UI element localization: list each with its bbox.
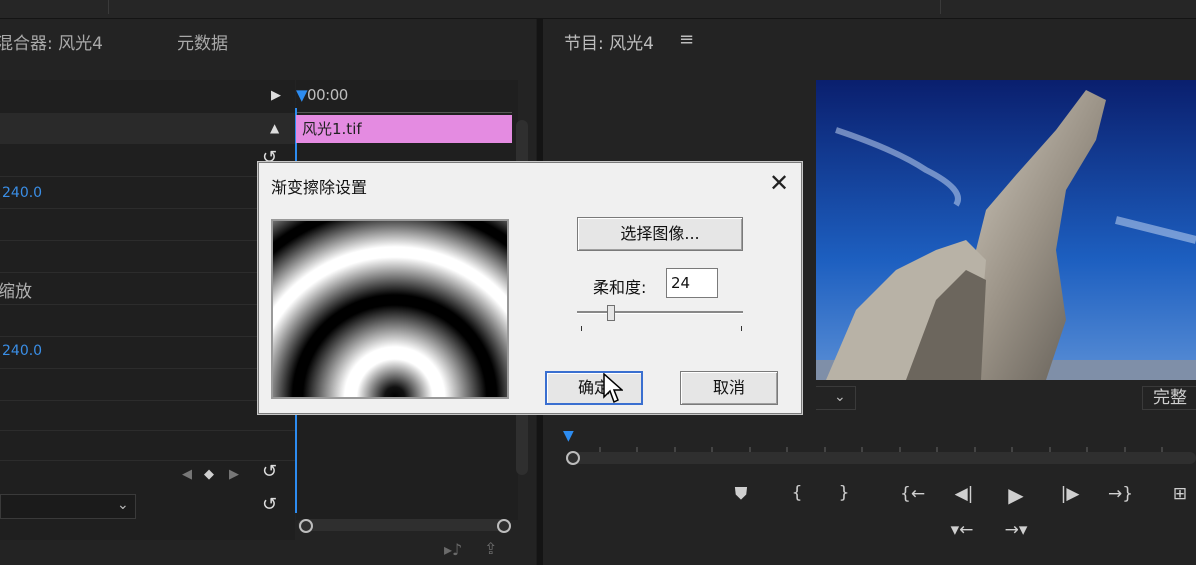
quality-dropdown[interactable]: 完整 [1142,386,1196,410]
chevron-down-icon: ⌄ [117,497,129,513]
blend-dropdown[interactable]: ⌄ [0,494,136,519]
button-editor-icon[interactable]: ⊞ [1168,484,1192,504]
step-forward-icon[interactable]: |▶ [1058,484,1082,504]
scroll-handle-left[interactable] [299,519,313,533]
cursor-icon [603,373,623,404]
next-keyframe-icon[interactable]: ▶ [229,467,239,482]
go-to-out-icon[interactable]: →} [1108,484,1133,504]
close-icon[interactable]: ✕ [765,169,793,197]
scroll-handle[interactable] [566,451,580,465]
effect-properties-area [0,80,295,540]
play-arrow-icon[interactable]: ▶ [271,88,281,103]
softness-slider-thumb[interactable] [607,305,615,321]
playhead[interactable]: ▼ [563,428,574,444]
slider-tick [741,326,742,331]
mark-in-icon[interactable]: { [785,483,809,503]
program-title[interactable]: 节目: 风光4 [564,29,654,54]
share-icon[interactable]: ⇪ [484,539,497,558]
time-ruler [296,106,512,113]
property-value[interactable]: 240.0 [2,185,42,201]
gradient-preview [271,219,509,399]
step-back-icon[interactable]: ◀| [952,484,976,504]
effect-header-row [0,113,295,144]
chevron-down-icon: ⌄ [834,389,846,405]
program-preview [816,80,1196,380]
go-to-in-icon[interactable]: {← [900,484,925,504]
top-strip [0,0,1196,19]
mark-out-icon[interactable]: } [832,483,856,503]
timecode: 00:00 [307,86,348,104]
menu-icon[interactable]: ≡ [679,29,694,50]
property-value[interactable]: 240.0 [2,343,42,359]
reset-icon[interactable]: ↺ [262,461,277,482]
keyframe-icon[interactable]: ◆ [204,467,214,482]
speaker-icon[interactable]: ▸♪ [444,540,462,559]
extract-icon[interactable]: →▾ [1004,520,1028,540]
clip[interactable]: 风光1.tif [296,115,512,143]
softness-input[interactable]: 24 [666,268,718,298]
collapse-icon[interactable]: ▲ [270,121,279,135]
monitor-scrollbar[interactable] [566,452,1196,464]
landscape-image [816,80,1196,380]
play-icon[interactable]: ▶ [1004,483,1028,507]
softness-label: 柔和度: [593,278,647,297]
slider-tick [581,326,582,331]
zoom-dropdown[interactable]: ⌄ [816,386,856,410]
select-image-button[interactable]: 选择图像... [577,217,743,251]
monitor-ruler [575,440,1196,453]
marker-icon[interactable]: ⛊ [729,484,753,504]
strip-divider [108,0,109,14]
horizontal-scrollbar[interactable] [298,519,510,531]
lift-icon[interactable]: ▾← [950,520,974,540]
prev-keyframe-icon[interactable]: ◀ [182,467,192,482]
tab-metadata[interactable]: 元数据 [177,29,228,54]
gradient-wipe-dialog: 渐变擦除设置 ✕ 选择图像... 柔和度: 24 确定 取消 [258,162,802,414]
scroll-handle-right[interactable] [497,519,511,533]
dialog-title: 渐变擦除设置 [271,178,368,197]
strip-divider [940,0,941,14]
ok-button[interactable]: 确定 [545,371,643,405]
scale-label: 缩放 [0,282,32,302]
timecode-label: ▼00:00 [296,86,348,104]
reset-icon[interactable]: ↺ [262,494,277,515]
tab-audio-mixer[interactable]: 混合器: 风光4 [0,29,103,54]
softness-slider-track[interactable] [577,311,743,314]
cancel-button[interactable]: 取消 [680,371,778,405]
